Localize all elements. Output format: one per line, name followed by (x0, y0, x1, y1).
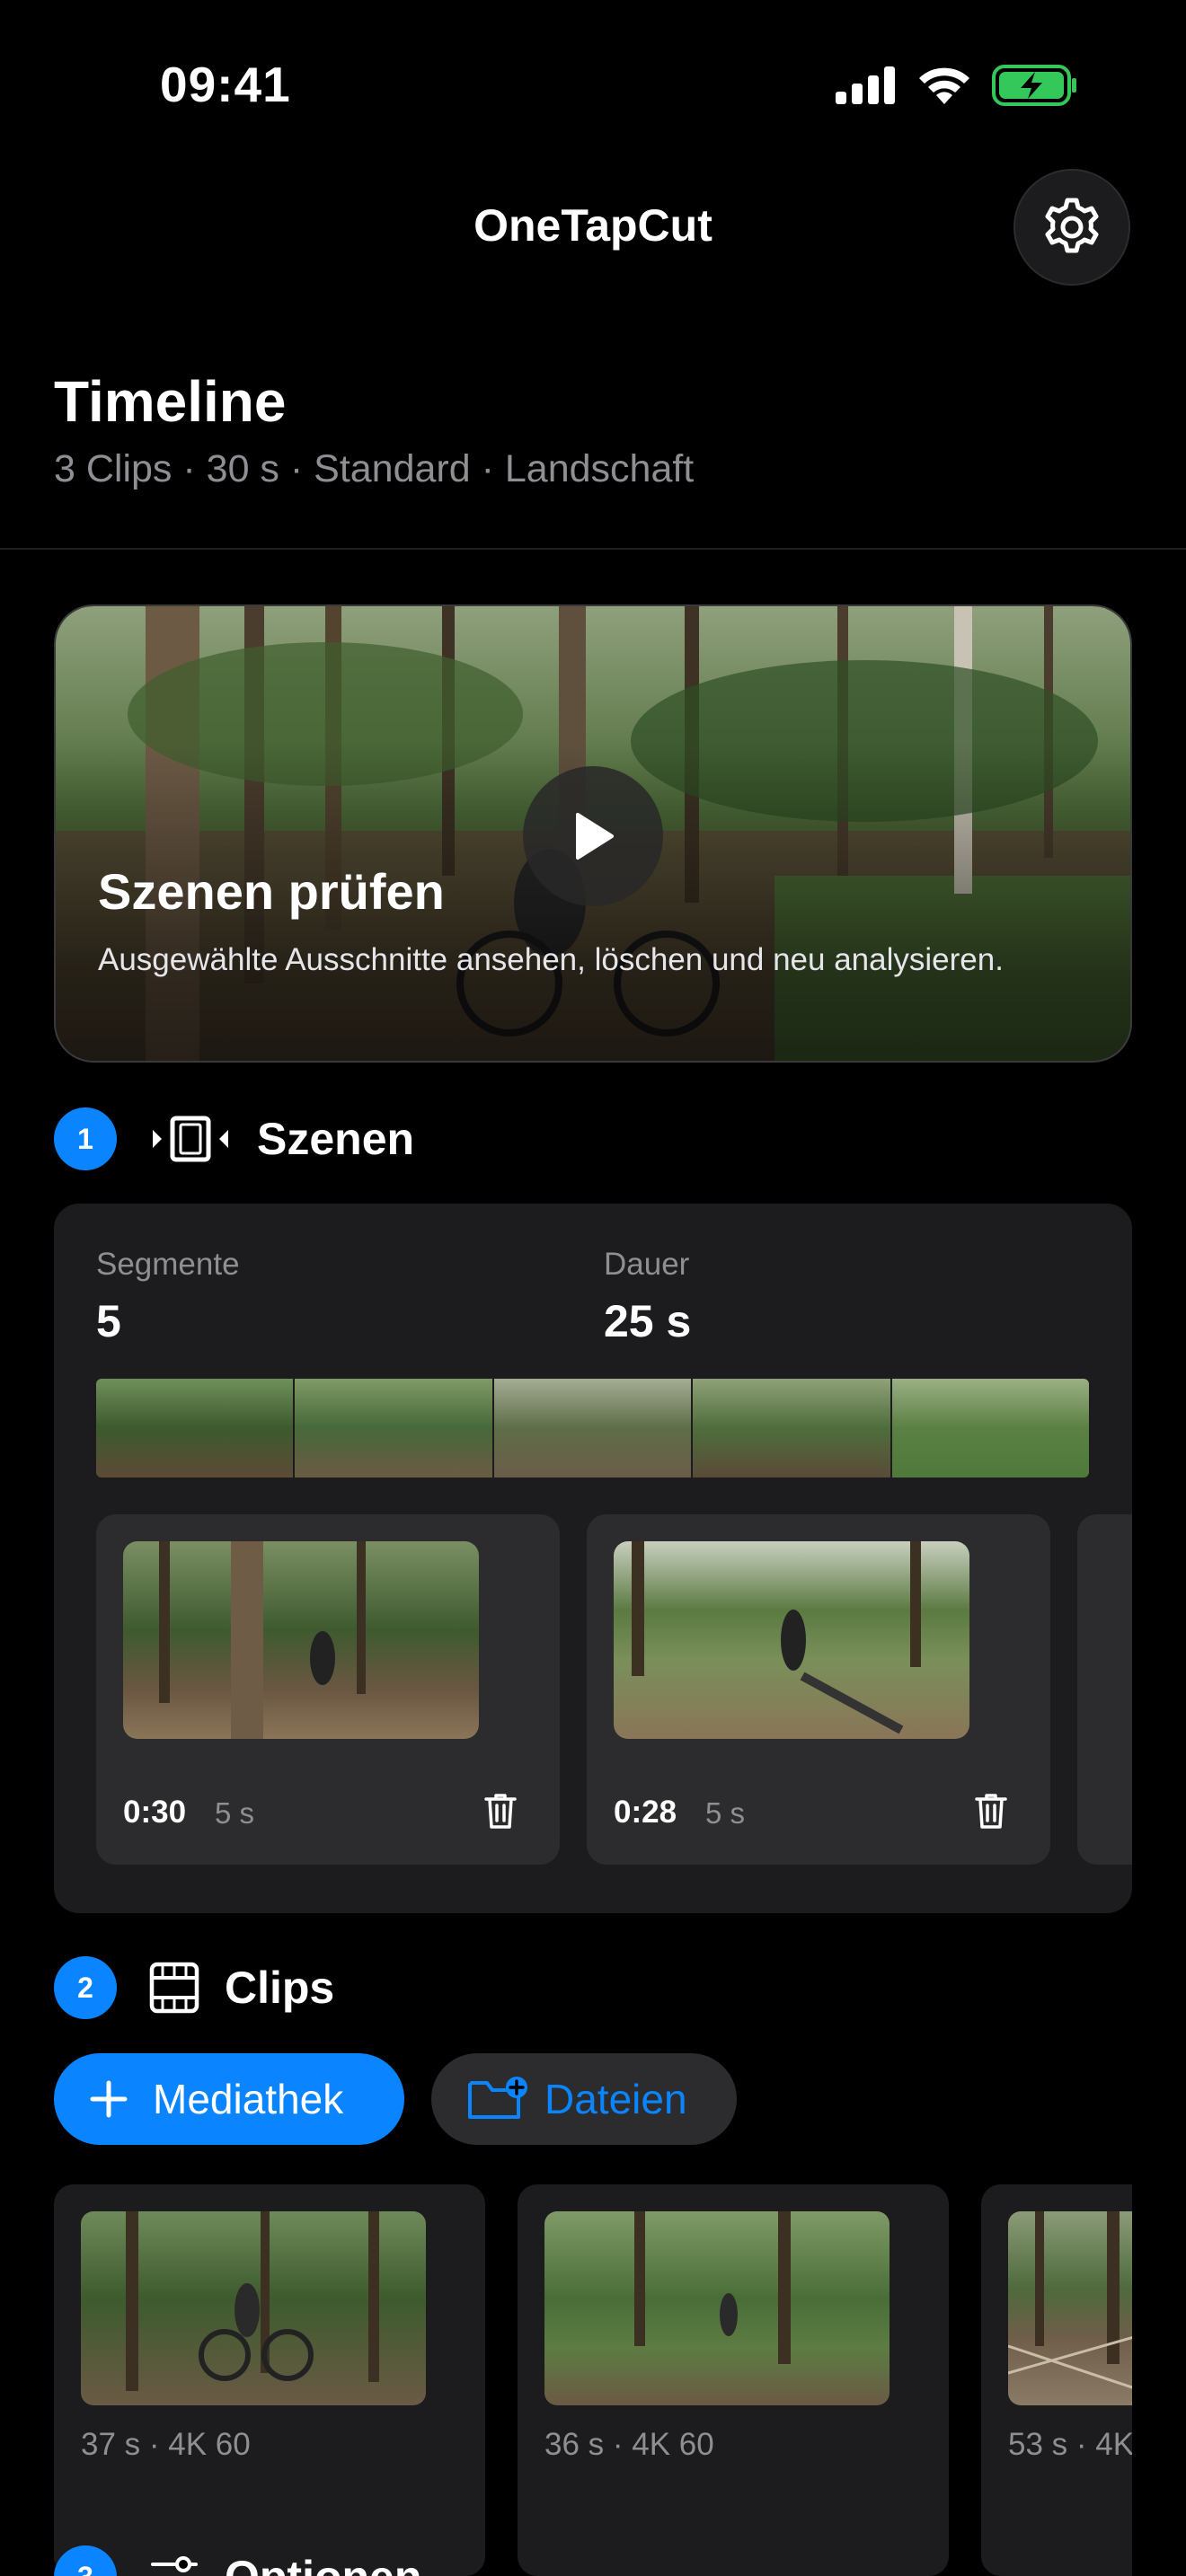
battery-charging-icon (992, 65, 1076, 106)
page-subtitle: 3 Clips · 30 s · Standard · Landschaft (54, 447, 695, 490)
scenes-card: Segmente 5 Dauer 25 s 0:30 5 s 0:28 5 s (54, 1204, 1132, 1913)
status-icons (836, 65, 1078, 106)
settings-button[interactable] (1013, 169, 1130, 286)
add-from-files-button[interactable]: Dateien (431, 2053, 737, 2145)
film-frame (295, 1379, 494, 1478)
trash-icon (484, 1794, 517, 1829)
scene-thumbnail-art (159, 1541, 366, 1739)
page-title: Timeline (54, 369, 287, 434)
cellular-signal-icon (836, 66, 895, 104)
video-frame-icon (153, 1116, 228, 1162)
step-badge: 2 (54, 1956, 117, 2019)
step-badge: 1 (54, 1107, 117, 1170)
scene-duration: 5 s (705, 1796, 746, 1830)
clip-card[interactable]: 37 s · 4K 60 (54, 2184, 485, 2576)
clip-thumbnail (1008, 2211, 1132, 2405)
film-frame (891, 1379, 1089, 1478)
folder-add-icon (468, 2077, 527, 2119)
segments-label: Segmente (96, 1247, 240, 1282)
hero-description: Ausgewählte Ausschnitte ansehen, löschen… (98, 942, 1004, 977)
status-bar: 09:41 (0, 0, 1186, 171)
scene-card-partial[interactable] (1077, 1514, 1132, 1865)
section-title: Szenen (257, 1114, 415, 1164)
clip-thumbnail (81, 2211, 426, 2405)
button-label: Mediathek (153, 2076, 344, 2122)
delete-scene-button[interactable] (474, 1784, 527, 1838)
clip-thumbnail-art (1008, 2211, 1132, 2389)
divider (0, 548, 1186, 550)
segments-value: 5 (96, 1296, 121, 1346)
clip-list: 37 s · 4K 60 36 s · 4K 60 53 s · 4K (54, 2184, 1132, 2576)
add-from-library-button[interactable]: Mediathek (54, 2053, 404, 2145)
clip-thumbnail-art (634, 2211, 791, 2364)
scenes-section-header: 1 Szenen (54, 1107, 414, 1170)
scene-duration: 5 s (215, 1796, 255, 1830)
gear-icon (1045, 198, 1099, 253)
step-badge: 3 (54, 2545, 117, 2576)
play-button[interactable] (523, 766, 663, 906)
review-scenes-card[interactable]: Szenen prüfen Ausgewählte Ausschnitte an… (54, 604, 1132, 1063)
film-icon (149, 1962, 199, 2014)
status-time: 09:41 (160, 57, 291, 112)
scene-card[interactable]: 0:30 5 s (96, 1514, 560, 1865)
clip-metadata: 53 s · 4K (1008, 2427, 1132, 2462)
scene-timestamp: 0:30 (123, 1795, 187, 1830)
options-section-header: 3 Optionen (54, 2545, 421, 2576)
trash-icon (975, 1794, 1007, 1829)
duration-label: Dauer (604, 1247, 690, 1282)
sliders-icon (151, 2556, 198, 2572)
button-label: Dateien (544, 2076, 687, 2122)
clip-metadata: 36 s · 4K 60 (544, 2427, 714, 2462)
scene-card[interactable]: 0:28 5 s (587, 1514, 1050, 1865)
clip-metadata: 37 s · 4K 60 (81, 2427, 251, 2462)
section-title: Optionen (225, 2551, 421, 2576)
delete-scene-button[interactable] (964, 1784, 1018, 1838)
scene-thumbnail-art (632, 1541, 921, 1734)
scene-timestamp: 0:28 (614, 1795, 677, 1830)
wifi-icon (919, 67, 969, 104)
section-title: Clips (225, 1963, 335, 2013)
scene-thumbnail (123, 1541, 479, 1739)
clip-thumbnail-art (126, 2211, 379, 2391)
app-title: OneTapCut (474, 200, 712, 251)
clip-card[interactable]: 53 s · 4K (981, 2184, 1132, 2576)
plus-icon (90, 2080, 128, 2118)
film-frame (96, 1379, 296, 1478)
clip-thumbnail (544, 2211, 890, 2405)
film-frame (693, 1379, 892, 1478)
film-frame (493, 1379, 694, 1478)
clip-card[interactable]: 36 s · 4K 60 (518, 2184, 949, 2576)
duration-value: 25 s (604, 1296, 692, 1346)
clips-section-header: 2 Clips (54, 1956, 334, 2019)
hero-title: Szenen prüfen (98, 863, 445, 920)
scene-list: 0:30 5 s 0:28 5 s (96, 1514, 1132, 1865)
scene-film-strip[interactable] (96, 1379, 1089, 1478)
scene-thumbnail (614, 1541, 969, 1739)
play-icon (576, 813, 614, 860)
